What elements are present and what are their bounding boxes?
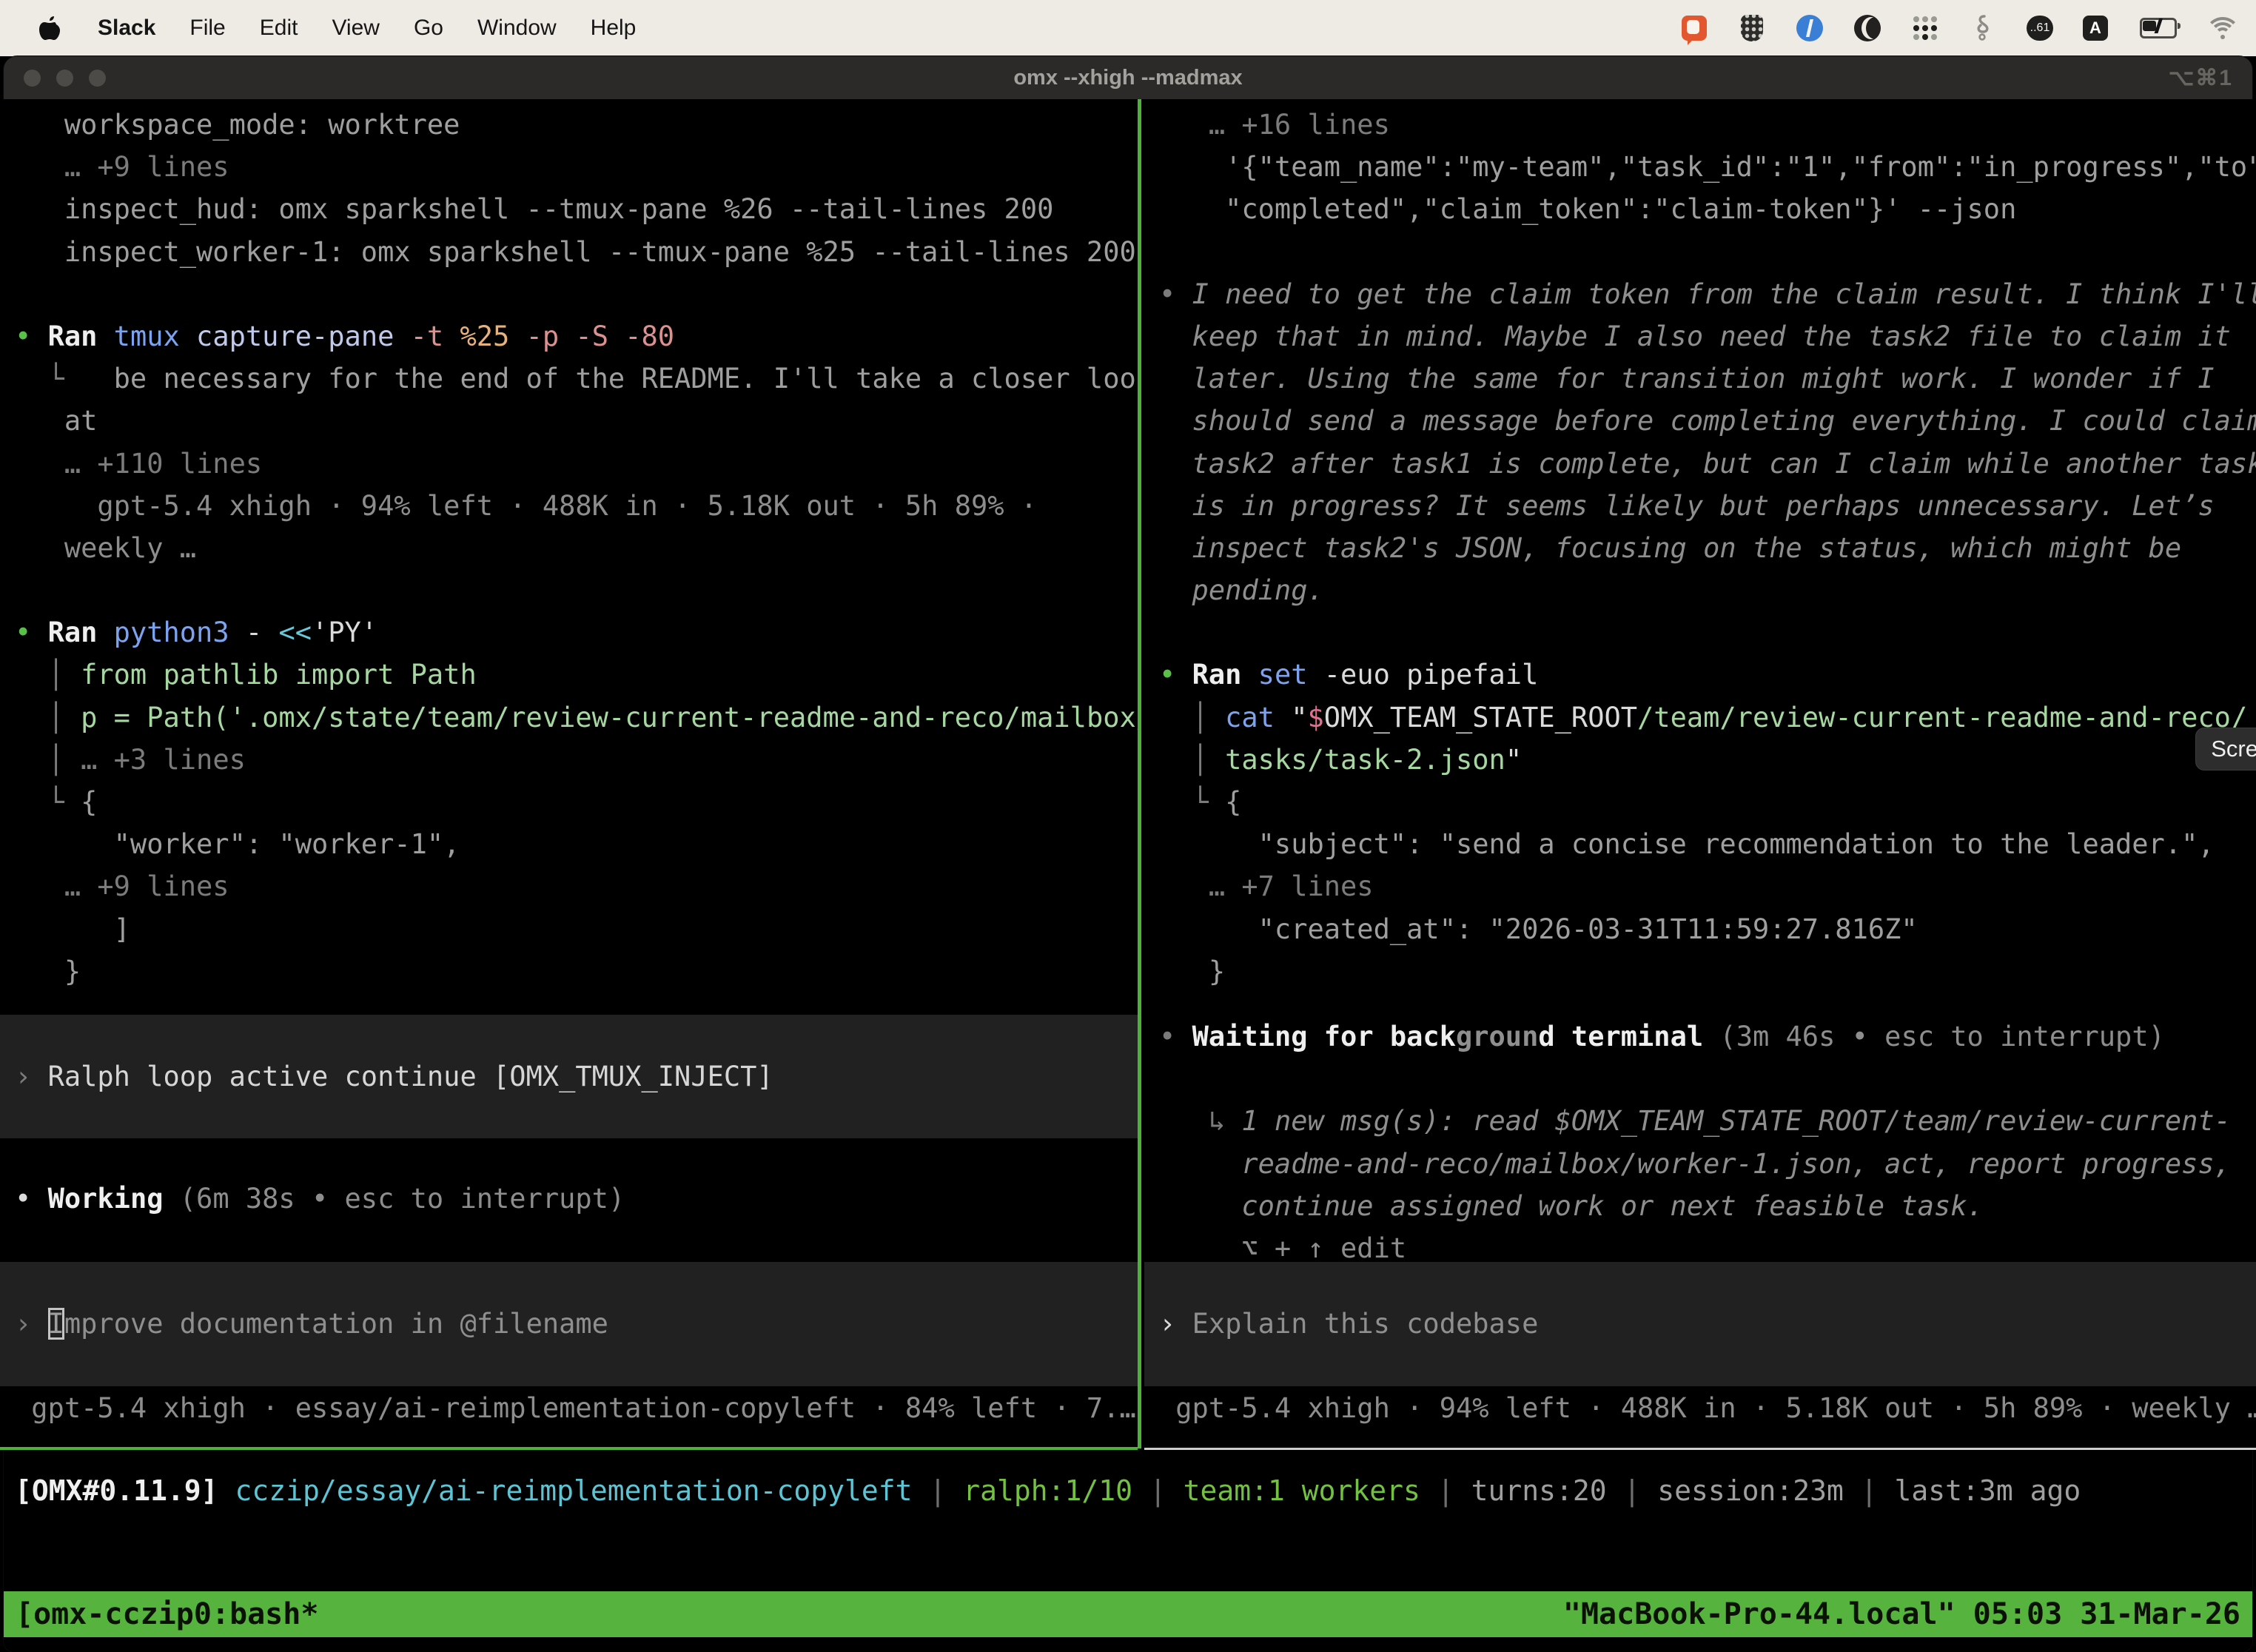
right-scrollback: … +16 lines '{"team_name":"my-team","tas… (1144, 104, 2256, 993)
terminal-line: └ { (0, 781, 1138, 823)
right-prompt-input[interactable]: › Explain this codebase (1144, 1262, 2256, 1386)
wifi-icon[interactable] (2209, 14, 2237, 42)
hook-icon[interactable] (1969, 14, 1997, 42)
terminal-line: weekly … (0, 527, 1138, 569)
terminal-line: … +7 lines (1144, 865, 2256, 907)
terminal-line: • Waiting for background terminal (3m 46… (1144, 1015, 2256, 1058)
terminal-line: at (0, 400, 1138, 442)
omx-status-line: [OMX#0.11.9] cczip/essay/ai-reimplementa… (0, 1470, 2256, 1512)
terminal-line: should send a message before completing … (1144, 400, 2256, 442)
menu-item-edit[interactable]: Edit (260, 16, 298, 40)
apple-menu-icon[interactable] (38, 16, 61, 41)
terminal-line: "worker": "worker-1", (0, 823, 1138, 865)
terminal-line: ↳ 1 new msg(s): read $OMX_TEAM_STATE_ROO… (1144, 1100, 2256, 1142)
terminal-line: pending. (1144, 569, 2256, 611)
terminal-line: gpt-5.4 xhigh · essay/ai-reimplementatio… (0, 1387, 1138, 1429)
tmux-host-clock: "MacBook-Pro-44.local" 05:03 31-Mar-26 (1563, 1597, 2240, 1631)
terminal-line: │ tasks/task-2.json" (1144, 739, 2256, 781)
terminal-line: › Improve documentation in @filename (0, 1303, 1138, 1345)
terminal-line: continue assigned work or next feasible … (1144, 1185, 2256, 1227)
terminal-line: workspace_mode: worktree (0, 104, 1138, 146)
terminal-line: • Working (6m 38s • esc to interrupt) (0, 1178, 1138, 1220)
pane-left[interactable]: workspace_mode: worktree … +9 lines insp… (0, 99, 1138, 1448)
terminal-line: "subject": "send a concise recommendatio… (1144, 823, 2256, 865)
terminal-line: • Ran set -euo pipefail (1144, 654, 2256, 696)
terminal-line (1144, 1058, 2256, 1100)
menu-item-view[interactable]: View (332, 16, 379, 40)
terminal-line: [OMX#0.11.9] cczip/essay/ai-reimplementa… (0, 1470, 2256, 1512)
keyboard-layout-icon[interactable]: A (2083, 16, 2108, 41)
terminal-line: › Explain this codebase (1144, 1303, 2256, 1345)
battery-charging-icon[interactable] (2138, 14, 2179, 42)
working-status: • Working (6m 38s • esc to interrupt) (0, 1178, 1138, 1220)
window-title-bar[interactable]: omx --xhigh --madmax ⌥⌘1 (4, 56, 2252, 99)
menu-bar: Slack File Edit View Go Window Help ..61 (0, 0, 2256, 56)
terminal-line: "created_at": "2026-03-31T11:59:27.816Z" (1144, 908, 2256, 950)
terminal-line: └ { (1144, 781, 2256, 823)
terminal-line: inspect task2's JSON, focusing on the st… (1144, 527, 2256, 569)
menu-item-go[interactable]: Go (414, 16, 443, 40)
tmux-status-bar[interactable]: [omx-cczip0:bash* "MacBook-Pro-44.local"… (4, 1591, 2252, 1637)
terminal-line: │ from pathlib import Path (0, 654, 1138, 696)
moon-icon[interactable] (1853, 14, 1881, 42)
terminal-line: │ cat "$OMX_TEAM_STATE_ROOT/team/review-… (1144, 696, 2256, 739)
terminal-line: inspect_worker-1: omx sparkshell --tmux-… (0, 231, 1138, 273)
left-scrollback: workspace_mode: worktree … +9 lines insp… (0, 104, 1138, 993)
screen: Slack File Edit View Go Window Help ..61 (0, 0, 2256, 1652)
terminal-line: … +9 lines (0, 146, 1138, 188)
terminal-line: … +9 lines (0, 865, 1138, 907)
screen-share-popup[interactable]: Scre (2195, 728, 2256, 770)
terminal-line: • I need to get the claim token from the… (1144, 273, 2256, 315)
terminal-line: │ p = Path('.omx/state/team/review-curre… (0, 696, 1138, 739)
left-prompt-input[interactable]: › Improve documentation in @filename (0, 1262, 1138, 1386)
terminal-line: › Ralph loop active continue [OMX_TMUX_I… (0, 1055, 1138, 1098)
terminal-line: } (0, 950, 1138, 993)
ralph-loop-banner: › Ralph loop active continue [OMX_TMUX_I… (0, 1015, 1138, 1138)
terminal-line: '{"team_name":"my-team","task_id":"1","f… (1144, 146, 2256, 188)
terminal-line: gpt-5.4 xhigh · 94% left · 488K in · 5.1… (0, 485, 1138, 527)
right-pane-border (1144, 1448, 2256, 1450)
terminal-line: • Ran python3 - <<'PY' (0, 611, 1138, 654)
terminal-line: inspect_hud: omx sparkshell --tmux-pane … (0, 188, 1138, 230)
tmux-session-name: [omx-cczip0:bash* (16, 1597, 318, 1631)
terminal-line: keep that in mind. Maybe I also need the… (1144, 315, 2256, 357)
waiting-status: • Waiting for background terminal (3m 46… (1144, 1015, 2256, 1269)
right-session-status: gpt-5.4 xhigh · 94% left · 488K in · 5.1… (1144, 1387, 2256, 1429)
sync-bolt-icon[interactable] (1796, 14, 1824, 42)
terminal-line: ] (0, 908, 1138, 950)
menu-status-icons: ..61 A (1680, 14, 2256, 42)
menu-item-window[interactable]: Window (477, 16, 557, 40)
terminal-line: • Ran tmux capture-pane -t %25 -p -S -80 (0, 315, 1138, 357)
grid-dots-icon[interactable] (1911, 14, 1939, 42)
menu-item-file[interactable]: File (189, 16, 225, 40)
pane-right[interactable]: … +16 lines '{"team_name":"my-team","tas… (1144, 99, 2256, 1448)
terminal-line (1144, 611, 2256, 654)
terminal-line: readme-and-reco/mailbox/worker-1.json, a… (1144, 1143, 2256, 1185)
battery-percent-badge[interactable]: ..61 (2027, 16, 2053, 41)
window-title: omx --xhigh --madmax (4, 66, 2252, 90)
terminal-line: "completed","claim_token":"claim-token"}… (1144, 188, 2256, 230)
left-session-status: gpt-5.4 xhigh · essay/ai-reimplementatio… (0, 1387, 1138, 1429)
terminal-line (0, 273, 1138, 315)
terminal-line: … +110 lines (0, 443, 1138, 485)
terminal-line: gpt-5.4 xhigh · 94% left · 488K in · 5.1… (1144, 1387, 2256, 1429)
left-pane-border (0, 1447, 1138, 1450)
pane-divider[interactable] (1138, 99, 1141, 1448)
menu-item-help[interactable]: Help (591, 16, 637, 40)
terminal-line: │ … +3 lines (0, 739, 1138, 781)
terminal-line (1144, 231, 2256, 273)
window-shortcut-hint: ⌥⌘1 (2169, 65, 2233, 91)
terminal-line: later. Using the same for transition mig… (1144, 357, 2256, 400)
shield-icon[interactable] (1738, 14, 1766, 42)
terminal-line: task2 after task1 is complete, but can I… (1144, 443, 2256, 485)
terminal-line: └ be necessary for the end of the README… (0, 357, 1138, 400)
terminal-line: is in progress? It seems likely but perh… (1144, 485, 2256, 527)
menu-app-name[interactable]: Slack (98, 16, 155, 41)
terminal-line: } (1144, 950, 2256, 993)
slack-notification-icon[interactable] (1680, 14, 1708, 42)
terminal-line (0, 569, 1138, 611)
terminal-line: … +16 lines (1144, 104, 2256, 146)
